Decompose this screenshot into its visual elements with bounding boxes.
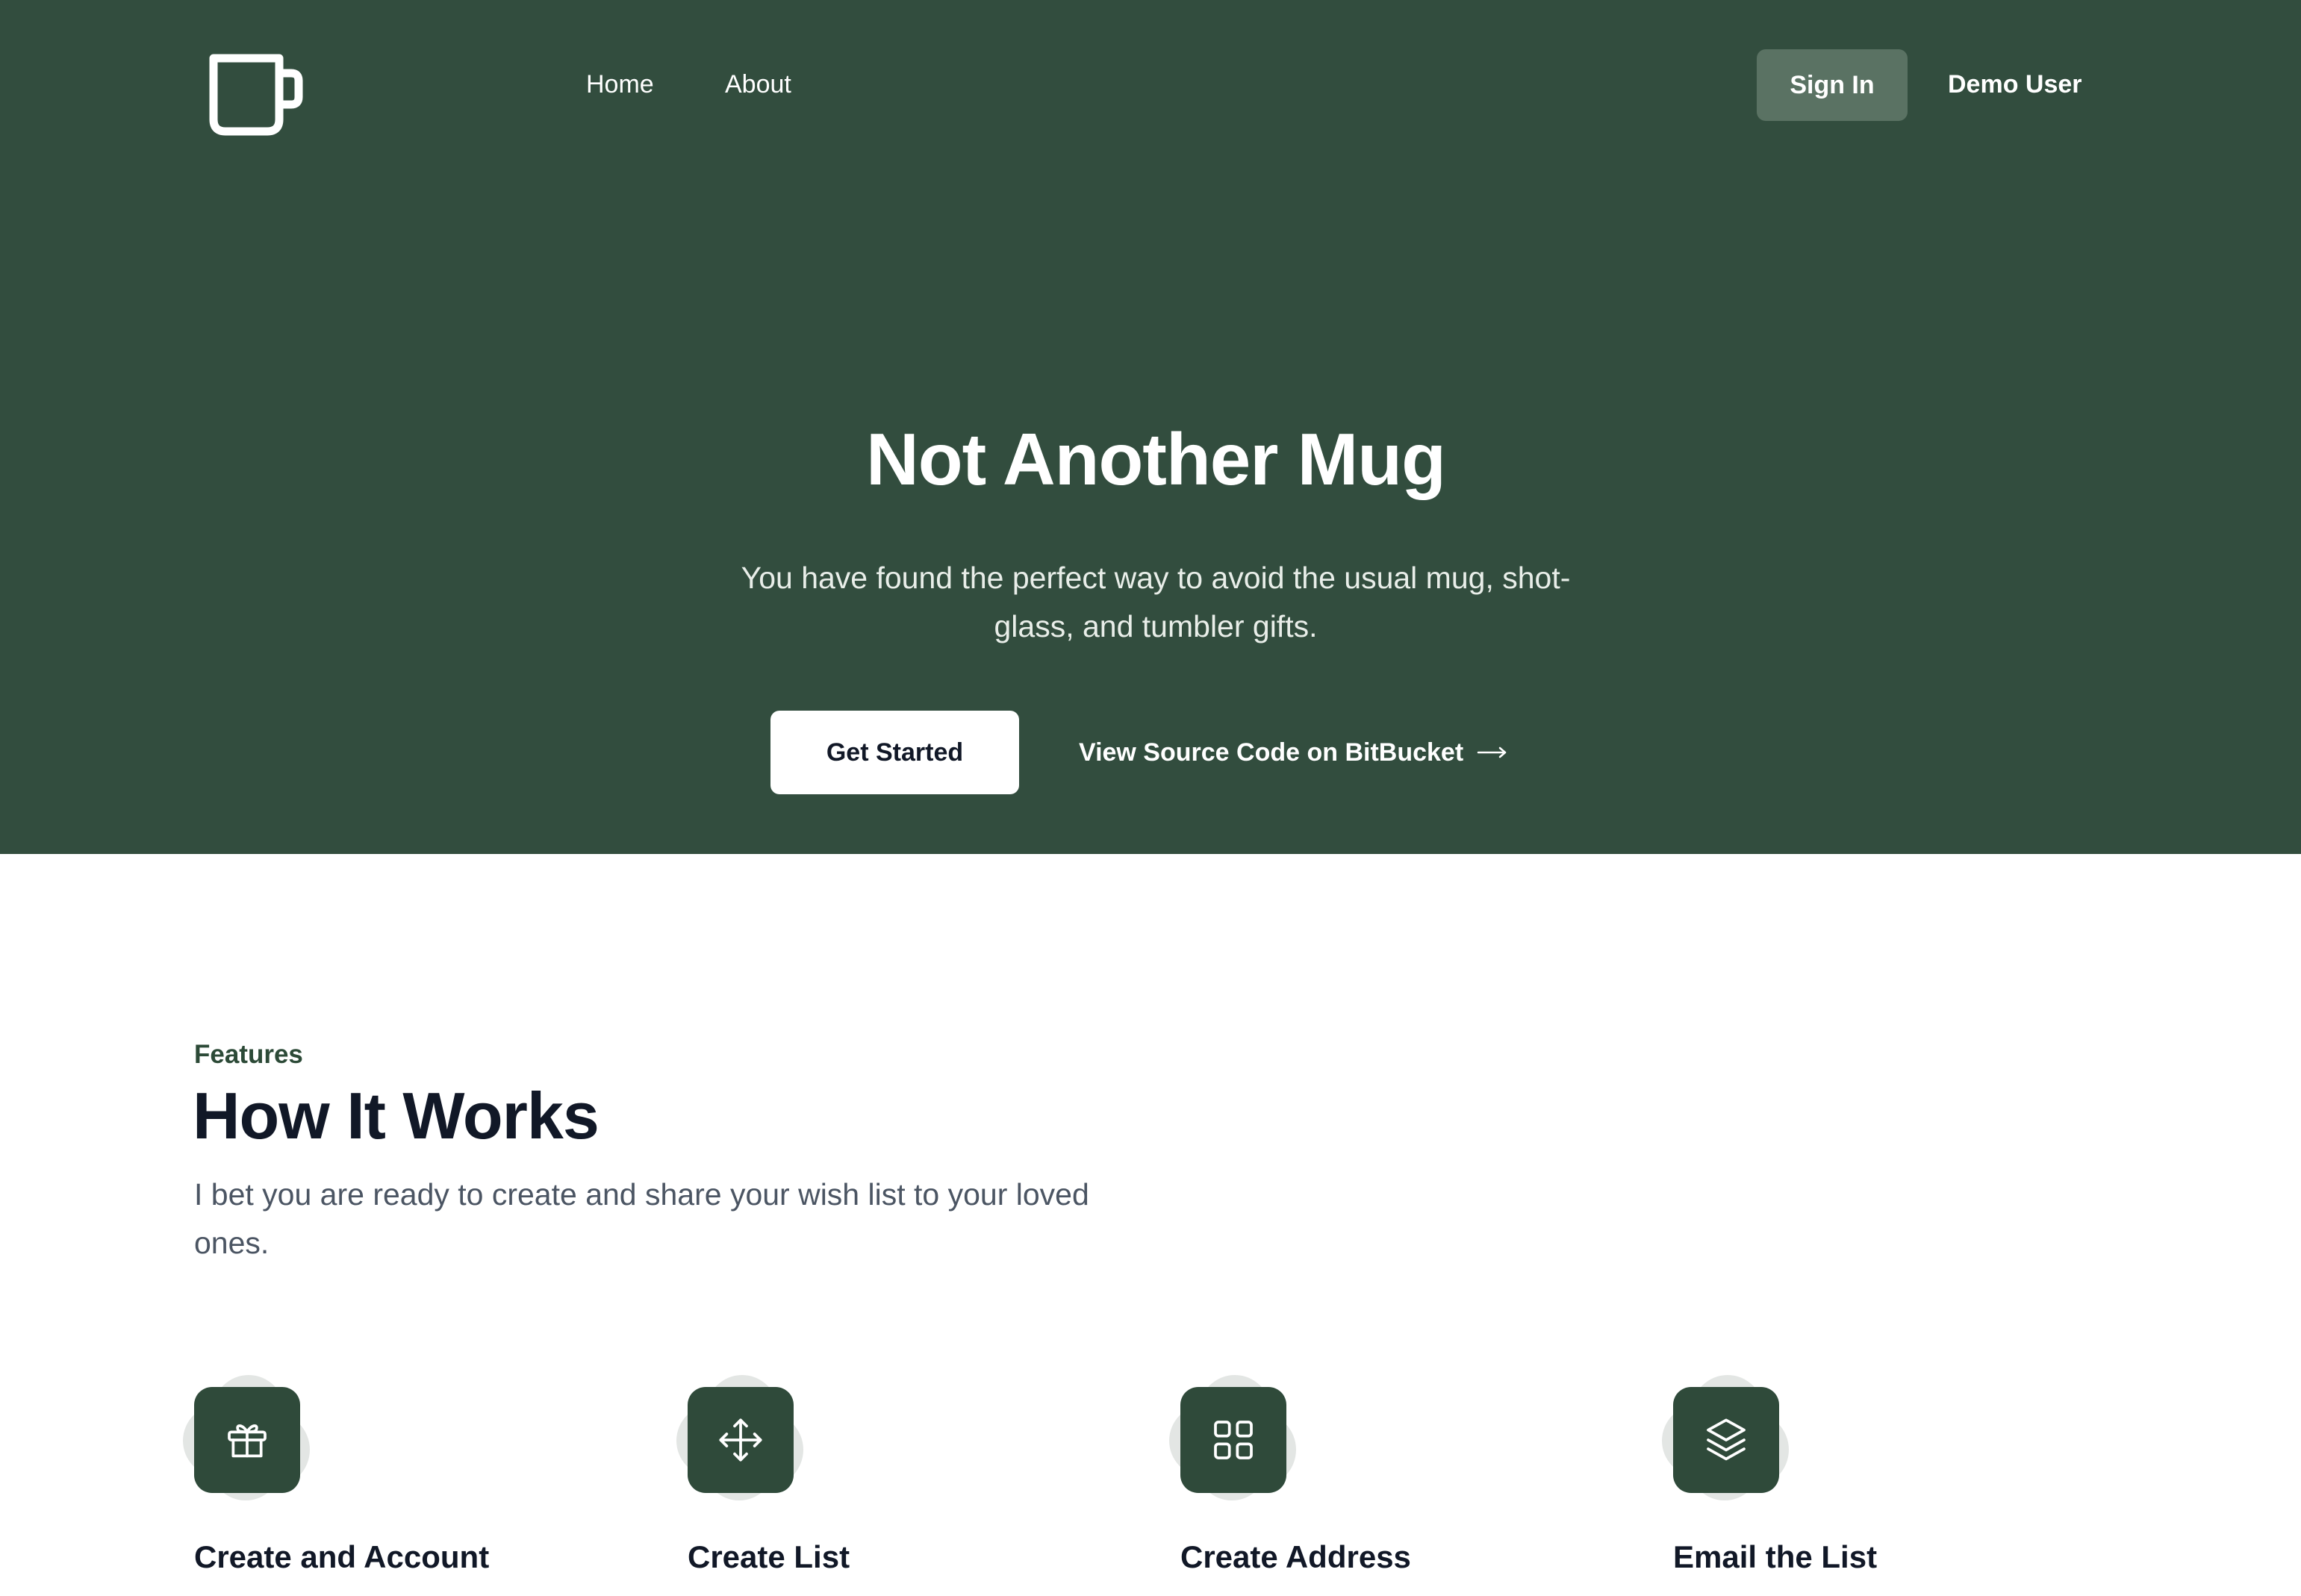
feature-icon-wrap	[1662, 1375, 1796, 1509]
gift-icon	[194, 1387, 300, 1493]
feature-icon-wrap	[676, 1375, 811, 1509]
layers-icon	[1673, 1387, 1779, 1493]
feature-title: Email the List	[1673, 1539, 1878, 1574]
view-source-label: View Source Code on BitBucket	[1079, 738, 1464, 767]
feature-card: Email the List	[1662, 1375, 2110, 1574]
hero-subtitle: You have found the perfect way to avoid …	[741, 561, 1571, 643]
nav-about-link[interactable]: About	[725, 66, 791, 103]
features-description: I bet you are ready to create and share …	[194, 1177, 1089, 1260]
feature-title: Create and Account	[194, 1539, 490, 1574]
sign-in-button[interactable]: Sign In	[1757, 49, 1908, 121]
hero-title: Not Another Mug	[865, 418, 1446, 500]
mug-icon[interactable]	[202, 48, 308, 137]
feature-icon-wrap	[183, 1375, 317, 1509]
grid-icon	[1180, 1387, 1286, 1493]
features-eyebrow: Features	[194, 1040, 303, 1069]
demo-user-link[interactable]: Demo User	[1948, 66, 2082, 103]
feature-icon-wrap	[1169, 1375, 1304, 1509]
nav-home-link[interactable]: Home	[586, 66, 654, 103]
get-started-button[interactable]: Get Started	[770, 711, 1019, 794]
feature-card: Create List	[676, 1375, 1124, 1574]
feature-title: Create List	[688, 1539, 850, 1574]
move-icon	[688, 1387, 794, 1493]
view-source-link[interactable]: View Source Code on BitBucket	[1079, 734, 1508, 771]
feature-title: Create Address	[1180, 1539, 1411, 1574]
feature-card: Create and Account	[183, 1375, 631, 1574]
feature-card: Create Address	[1169, 1375, 1617, 1574]
arrow-right-icon	[1477, 745, 1508, 760]
hero-section: Home About Sign In Demo User Not Another…	[0, 0, 2301, 854]
features-title: How It Works	[193, 1079, 600, 1153]
